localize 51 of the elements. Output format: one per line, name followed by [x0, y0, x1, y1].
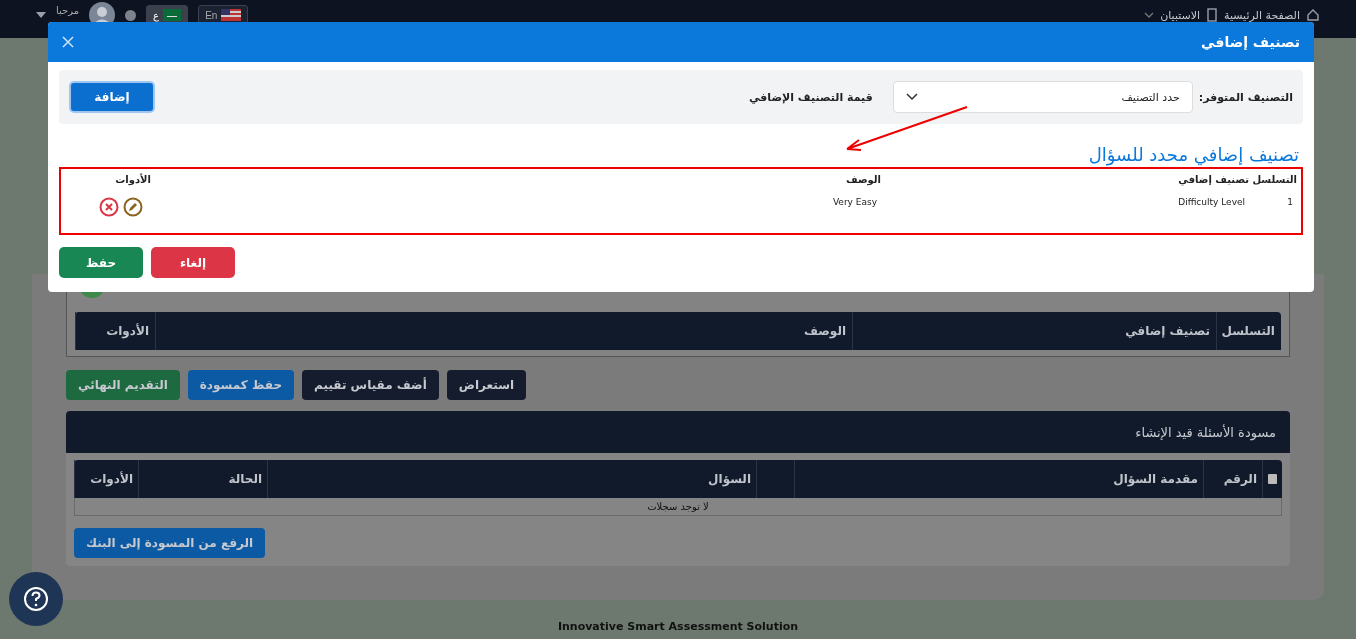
- footer-text: Innovative Smart Assessment Solution: [557, 620, 799, 633]
- arabic-language-button[interactable]: ع: [146, 5, 189, 25]
- help-button[interactable]: [9, 572, 63, 626]
- notification-icon[interactable]: [125, 9, 137, 21]
- column-header: التسلسل: [1216, 312, 1281, 350]
- save-button[interactable]: حفظ: [59, 247, 143, 278]
- action-button[interactable]: استعراض: [446, 370, 527, 400]
- table-cell-text: Difficulty Level: [1177, 197, 1246, 209]
- action-button[interactable]: التقديم النهائي: [66, 370, 180, 400]
- column-header: مقدمة السؤال: [794, 460, 1203, 498]
- column-header: الأدوات: [114, 174, 151, 185]
- column-header: تصنيف إضافي: [1177, 174, 1249, 185]
- chevron-icon[interactable]: [1144, 11, 1155, 19]
- home-icon[interactable]: [1306, 8, 1320, 22]
- column-header: تصنيف إضافي: [852, 312, 1216, 350]
- delete-icon[interactable]: [99, 197, 119, 217]
- empty-message: لا توجد سجلات: [74, 498, 1282, 516]
- flag-icon: [221, 9, 242, 21]
- edit-icon[interactable]: [123, 197, 143, 217]
- section-title: تصنيف إضافي محدد للسؤال: [1087, 144, 1300, 165]
- column-header: التسلسل: [1251, 174, 1297, 185]
- column-header: الوصف: [155, 312, 852, 350]
- field-label: قيمة التصنيف الإضافي: [749, 90, 873, 104]
- checkbox[interactable]: [1268, 474, 1277, 484]
- field-label: التصنيف المتوفر:: [1198, 90, 1293, 104]
- action-button[interactable]: حفظ كمسودة: [187, 370, 295, 400]
- caret-icon[interactable]: [36, 12, 46, 18]
- classification-dropdown[interactable]: حدد التصنيف: [892, 81, 1193, 113]
- chevron-icon: [905, 93, 918, 101]
- table-cell-text: Very Easy: [831, 197, 878, 209]
- column-header: الأدوات: [74, 460, 138, 498]
- greeting-text: مرحبا: [56, 5, 80, 16]
- home-link[interactable]: الصفحة الرئيسية: [1224, 8, 1300, 22]
- question-icon: [23, 586, 49, 612]
- column-header: الأدوات: [75, 312, 155, 350]
- cancel-button[interactable]: إلغاء: [151, 247, 235, 278]
- close-icon[interactable]: [62, 36, 74, 48]
- survey-link[interactable]: الاستبيان: [1160, 8, 1201, 22]
- table-cell-text: 1: [1286, 197, 1294, 209]
- column-header: الحالة: [138, 460, 267, 498]
- flag-icon: [163, 9, 182, 21]
- modal-title: تصنيف إضافي: [1201, 34, 1300, 50]
- column-header: الوصف: [844, 174, 881, 185]
- document-icon: [1206, 8, 1219, 22]
- upload-button[interactable]: الرفع من المسودة إلى البنك: [74, 528, 266, 558]
- english-language-button[interactable]: En: [198, 5, 249, 25]
- add-button[interactable]: إضافة: [69, 81, 155, 113]
- action-button[interactable]: أضف مقياس تقييم: [302, 370, 439, 400]
- column-header: الرقم: [1203, 460, 1262, 498]
- card-title: مسودة الأسئلة قيد الإنشاء: [1135, 424, 1276, 440]
- column-header: السؤال: [267, 460, 756, 498]
